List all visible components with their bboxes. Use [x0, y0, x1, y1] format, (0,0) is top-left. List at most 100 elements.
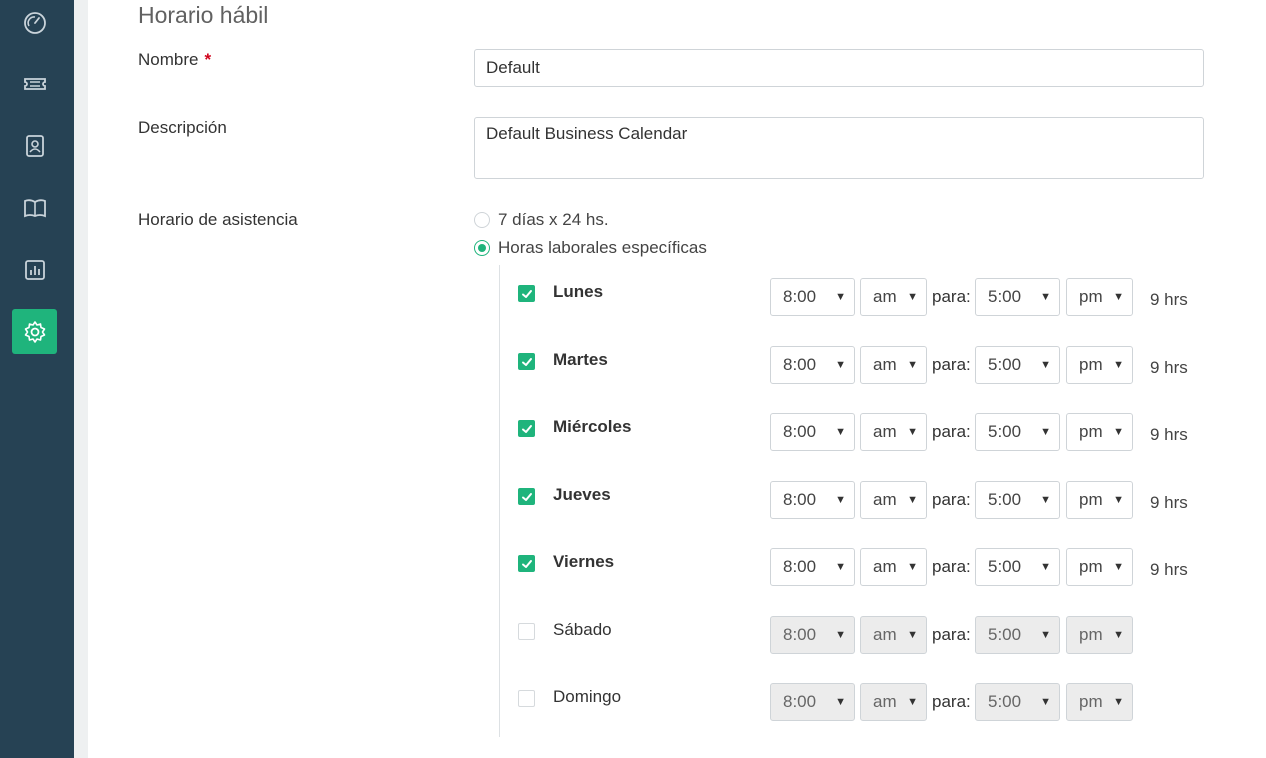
day-row: Miércoles 8:00 ▼ am ▼ para: 5:00 ▼ pm ▼ 9 hrs: [518, 413, 1238, 451]
description-textarea[interactable]: Default Business Calendar: [474, 117, 1204, 179]
to-label: para:: [932, 422, 971, 441]
caret-down-icon: ▼: [1113, 494, 1124, 506]
from-ampm-select[interactable]: am ▼: [860, 683, 927, 721]
to-ampm-select[interactable]: pm ▼: [1066, 616, 1133, 654]
day-checkbox[interactable]: [518, 488, 535, 505]
day-checkbox[interactable]: [518, 690, 535, 707]
caret-down-icon: ▼: [907, 291, 918, 303]
day-row: Viernes 8:00 ▼ am ▼ para: 5:00 ▼ pm ▼ 9 hrs: [518, 548, 1238, 586]
total-hours: 9 hrs: [1150, 493, 1188, 512]
to-hour-select[interactable]: 5:00 ▼: [975, 616, 1060, 654]
day-checkbox[interactable]: [518, 555, 535, 572]
caret-down-icon: ▼: [1113, 426, 1124, 438]
from-hour-select[interactable]: 8:00 ▼: [770, 413, 855, 451]
reports-icon: [24, 259, 45, 280]
name-label: Nombre *: [138, 50, 212, 69]
total-hours: 9 hrs: [1150, 560, 1188, 579]
to-ampm-select[interactable]: pm ▼: [1066, 278, 1133, 316]
radio-24x7[interactable]: [474, 212, 490, 228]
main-content: Horario hábil Nombre* Descripción Defaul…: [88, 0, 1266, 758]
from-hour-select[interactable]: 8:00 ▼: [770, 548, 855, 586]
day-row: Martes 8:00 ▼ am ▼ para: 5:00 ▼ pm ▼ 9 hrs: [518, 346, 1238, 384]
caret-down-icon: ▼: [907, 561, 918, 573]
to-hour-select[interactable]: 5:00 ▼: [975, 413, 1060, 451]
day-row: Sábado 8:00 ▼ am ▼ para: 5:00 ▼ pm ▼: [518, 616, 1238, 654]
check-icon: [521, 559, 532, 568]
to-hour-select[interactable]: 5:00 ▼: [975, 346, 1060, 384]
days-frame: [499, 265, 500, 737]
to-ampm-select[interactable]: pm ▼: [1066, 683, 1133, 721]
from-ampm-select[interactable]: am ▼: [860, 413, 927, 451]
content-gutter: [74, 0, 88, 758]
day-checkbox[interactable]: [518, 623, 535, 640]
required-mark: *: [204, 50, 212, 69]
to-hour-select[interactable]: 5:00 ▼: [975, 278, 1060, 316]
caret-down-icon: ▼: [1040, 629, 1051, 641]
caret-down-icon: ▼: [835, 696, 846, 708]
from-ampm-select[interactable]: am ▼: [860, 481, 927, 519]
from-hour-select[interactable]: 8:00 ▼: [770, 616, 855, 654]
to-label: para:: [932, 625, 971, 644]
to-ampm-select[interactable]: pm ▼: [1066, 413, 1133, 451]
day-checkbox[interactable]: [518, 420, 535, 437]
from-ampm-select[interactable]: am ▼: [860, 616, 927, 654]
from-ampm-select[interactable]: am ▼: [860, 278, 927, 316]
ticket-icon: [23, 77, 46, 90]
to-ampm-select[interactable]: pm ▼: [1066, 346, 1133, 384]
to-label: para:: [932, 490, 971, 509]
nav-reports[interactable]: [12, 247, 57, 292]
to-label: para:: [932, 355, 971, 374]
radio-specific-hours[interactable]: [474, 240, 490, 256]
day-name: Lunes: [553, 282, 604, 301]
day-name: Sábado: [553, 620, 612, 639]
dashboard-icon: [23, 11, 46, 34]
day-name: Viernes: [553, 552, 615, 571]
knowledge-base-icon: [23, 198, 46, 217]
day-name: Jueves: [553, 485, 611, 504]
caret-down-icon: ▼: [835, 494, 846, 506]
to-hour-select[interactable]: 5:00 ▼: [975, 481, 1060, 519]
to-ampm-select[interactable]: pm ▼: [1066, 548, 1133, 586]
from-hour-select[interactable]: 8:00 ▼: [770, 481, 855, 519]
check-icon: [521, 357, 532, 366]
from-ampm-select[interactable]: am ▼: [860, 548, 927, 586]
caret-down-icon: ▼: [1113, 291, 1124, 303]
day-name: Domingo: [553, 687, 622, 706]
nav-dashboard[interactable]: [12, 0, 57, 45]
day-checkbox[interactable]: [518, 285, 535, 302]
contact-icon: [25, 134, 44, 157]
caret-down-icon: ▼: [1040, 696, 1051, 708]
to-label: para:: [932, 287, 971, 306]
nav-knowledge-base[interactable]: [12, 185, 57, 230]
caret-down-icon: ▼: [835, 291, 846, 303]
caret-down-icon: ▼: [835, 561, 846, 573]
to-label: para:: [932, 557, 971, 576]
option-specific-hours[interactable]: Horas laborales específicas: [474, 238, 707, 258]
from-hour-select[interactable]: 8:00 ▼: [770, 346, 855, 384]
from-hour-select[interactable]: 8:00 ▼: [770, 278, 855, 316]
caret-down-icon: ▼: [835, 359, 846, 371]
caret-down-icon: ▼: [1040, 561, 1051, 573]
to-hour-select[interactable]: 5:00 ▼: [975, 548, 1060, 586]
option-24x7[interactable]: 7 días x 24 hs.: [474, 210, 609, 230]
from-ampm-select[interactable]: am ▼: [860, 346, 927, 384]
check-icon: [521, 492, 532, 501]
to-hour-select[interactable]: 5:00 ▼: [975, 683, 1060, 721]
day-row: Domingo 8:00 ▼ am ▼ para: 5:00 ▼ pm ▼: [518, 683, 1238, 721]
caret-down-icon: ▼: [907, 696, 918, 708]
settings-icon: [24, 320, 45, 343]
caret-down-icon: ▼: [907, 629, 918, 641]
day-row: Jueves 8:00 ▼ am ▼ para: 5:00 ▼ pm ▼ 9 hrs: [518, 481, 1238, 519]
check-icon: [521, 424, 532, 433]
name-input[interactable]: [474, 49, 1204, 87]
nav-settings[interactable]: [12, 309, 57, 354]
from-hour-select[interactable]: 8:00 ▼: [770, 683, 855, 721]
nav-tickets[interactable]: [12, 61, 57, 106]
to-label: para:: [932, 692, 971, 711]
sidebar: [0, 0, 74, 758]
caret-down-icon: ▼: [1113, 359, 1124, 371]
day-name: Martes: [553, 350, 608, 369]
day-checkbox[interactable]: [518, 353, 535, 370]
to-ampm-select[interactable]: pm ▼: [1066, 481, 1133, 519]
nav-contacts[interactable]: [12, 123, 57, 168]
